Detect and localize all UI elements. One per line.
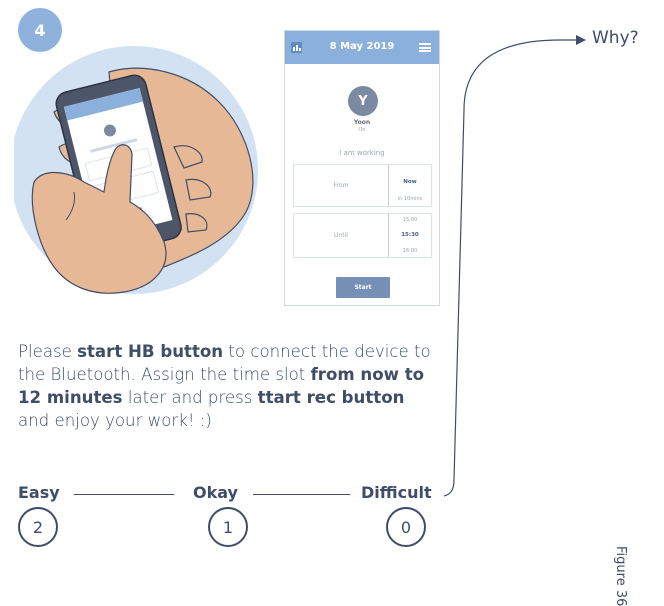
side-caption: Figure 36 — [613, 546, 628, 606]
rating-option-easy[interactable]: 2 — [18, 507, 58, 547]
scale-label-difficult: Difficult — [361, 483, 432, 502]
from-label: From — [294, 165, 389, 206]
scale-line — [74, 494, 174, 495]
app-header: 8 May 2019 — [285, 31, 439, 64]
instructions-text: Please start HB button to connect the de… — [18, 340, 438, 432]
instruction-emphasis: start HB button — [77, 342, 224, 361]
working-label: I am working — [339, 149, 385, 157]
until-time-selector[interactable]: Until 15:00 15:30 16:00 — [293, 213, 432, 258]
avatar[interactable]: Y — [348, 86, 378, 116]
app-date: 8 May 2019 — [329, 41, 395, 52]
why-connector-arrow — [443, 35, 586, 497]
instruction-text: and enjoy your work! :) — [18, 411, 212, 430]
scale-line — [253, 494, 350, 495]
until-option[interactable]: 15:00 — [389, 217, 431, 223]
from-time-selector[interactable]: From Now in 10mins — [293, 164, 432, 207]
from-option[interactable]: in 10mins — [389, 196, 431, 202]
scale-label-okay: Okay — [193, 483, 238, 502]
instruction-text: Please — [18, 342, 78, 361]
from-selected-value[interactable]: Now — [389, 179, 431, 185]
rating-option-okay[interactable]: 1 — [208, 507, 248, 547]
instruction-emphasis: ttart rec button — [257, 388, 405, 407]
until-label: Until — [294, 214, 389, 257]
start-button[interactable]: Start — [336, 277, 390, 298]
hand-holding-phone-illustration — [14, 46, 258, 294]
until-option[interactable]: 16:00 — [389, 248, 431, 254]
app-screen-mockup: 8 May 2019 Y Yoon On I am working From N… — [284, 30, 440, 306]
until-selected-value[interactable]: 15:30 — [389, 232, 431, 238]
user-status: On — [358, 127, 366, 133]
user-name: Yoon — [353, 119, 371, 126]
rating-option-difficult[interactable]: 0 — [386, 507, 426, 547]
scale-label-easy: Easy — [18, 483, 60, 502]
hamburger-menu-icon[interactable] — [419, 43, 431, 52]
why-label: Why? — [592, 28, 639, 48]
instruction-text: later and press — [122, 388, 258, 407]
